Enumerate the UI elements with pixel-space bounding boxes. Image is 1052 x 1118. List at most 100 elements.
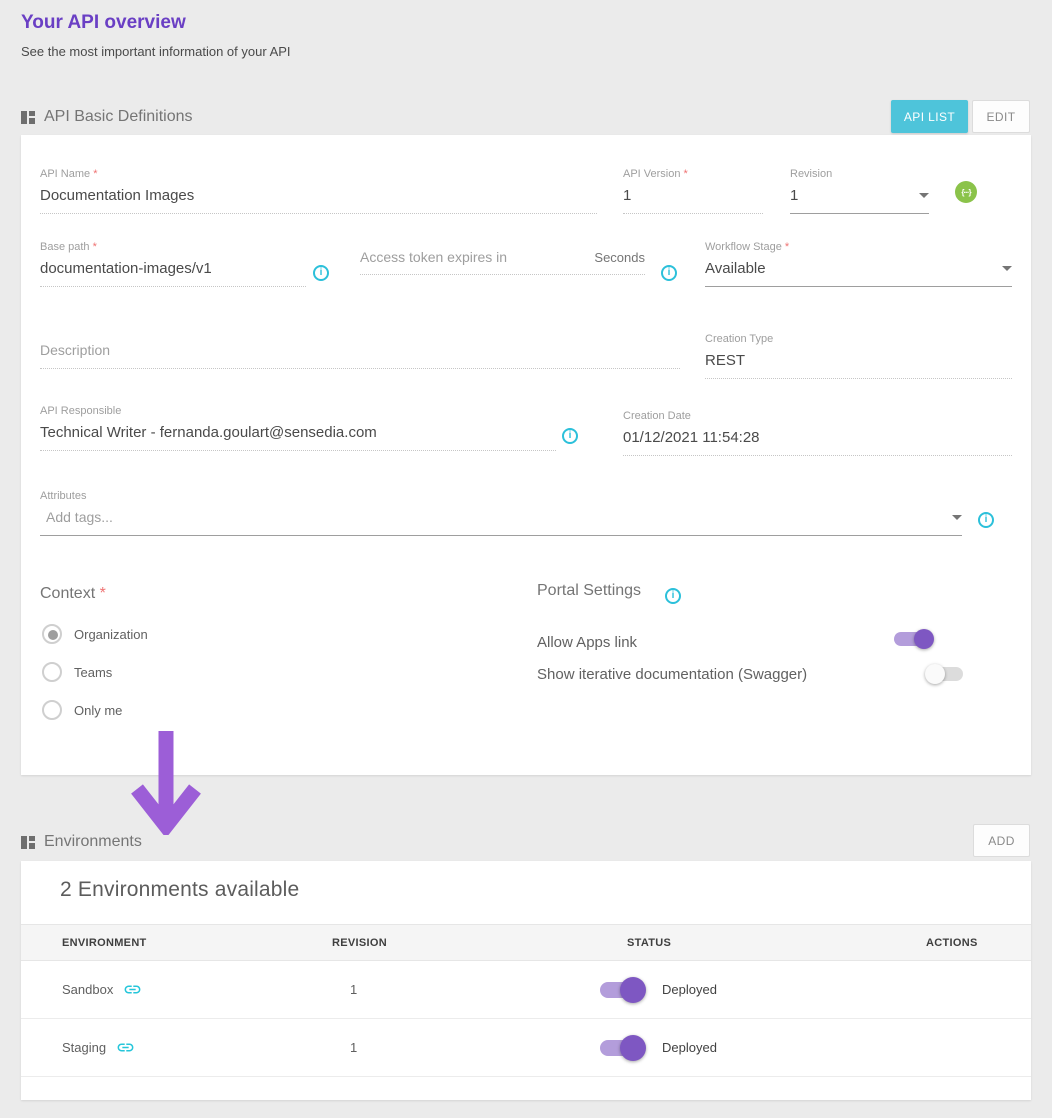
portal-settings-title: Portal Settings <box>537 582 681 604</box>
page-subtitle: See the most important information of yo… <box>21 44 291 59</box>
description-input[interactable]: Description <box>40 342 680 369</box>
grid-icon <box>21 111 35 124</box>
context-title: Context * <box>40 585 106 603</box>
toggle-knob <box>620 1035 646 1061</box>
toggle-knob <box>925 664 945 684</box>
table-row: Sandbox 1 Deployed <box>21 961 1031 1019</box>
base-path-input[interactable]: documentation-images/v1 <box>40 260 306 287</box>
revision-field: Revision 1 <box>790 168 929 214</box>
link-icon[interactable] <box>123 980 142 999</box>
api-responsible-input[interactable]: Technical Writer - fernanda.goulart@sens… <box>40 424 556 451</box>
api-version-field: API Version * 1 <box>623 168 763 214</box>
api-responsible-field: API Responsible Technical Writer - ferna… <box>40 405 556 451</box>
chevron-down-icon <box>919 193 929 198</box>
required-asterisk: * <box>93 168 97 180</box>
allow-apps-link-label: Allow Apps link <box>537 634 637 651</box>
add-environment-button[interactable]: ADD <box>973 824 1030 857</box>
access-token-field: Access token expires in Seconds <box>360 249 645 275</box>
table-row: Staging 1 Deployed <box>21 1019 1031 1077</box>
radio-label: Organization <box>74 627 148 642</box>
environments-card: 2 Environments available ENVIRONMENT REV… <box>21 861 1031 1100</box>
api-list-button[interactable]: API LIST <box>891 100 968 133</box>
column-header-environment: ENVIRONMENT <box>62 937 332 949</box>
attributes-field: Attributes Add tags... <box>40 490 962 536</box>
chevron-down-icon <box>952 515 962 520</box>
workflow-stage-value: Available <box>705 260 766 277</box>
basic-definitions-section-header: API Basic Definitions <box>21 108 193 126</box>
environments-summary: 2 Environments available <box>60 878 299 902</box>
status-label: Deployed <box>662 1040 717 1055</box>
environment-name: Sandbox <box>62 982 113 997</box>
context-option-organization[interactable]: Organization <box>42 624 148 644</box>
link-icon[interactable] <box>116 1038 135 1057</box>
revision-value: 1 <box>790 187 798 204</box>
attributes-tags-input[interactable]: Add tags... <box>40 509 962 536</box>
allow-apps-link-toggle[interactable] <box>894 632 930 646</box>
access-token-placeholder: Access token expires in <box>360 249 507 265</box>
radio-button[interactable] <box>42 662 62 682</box>
toggle-knob <box>914 629 934 649</box>
basic-definitions-card: API Name * Documentation Images API Vers… <box>21 135 1031 775</box>
context-option-only-me[interactable]: Only me <box>42 700 122 720</box>
api-name-input[interactable]: Documentation Images <box>40 187 597 214</box>
column-header-actions: ACTIONS <box>926 937 1031 949</box>
section-title: API Basic Definitions <box>44 108 193 126</box>
environment-revision: 1 <box>332 982 600 997</box>
creation-type-value: REST <box>705 352 1012 379</box>
radio-button[interactable] <box>42 624 62 644</box>
api-version-label: API Version <box>623 168 680 180</box>
attributes-label: Attributes <box>40 490 962 502</box>
environments-table-header: ENVIRONMENT REVISION STATUS ACTIONS <box>21 924 1031 961</box>
down-arrow-annotation-icon <box>130 731 204 835</box>
seconds-unit-label: Seconds <box>594 250 645 265</box>
deploy-toggle[interactable] <box>600 982 640 998</box>
workflow-stage-select[interactable]: Available <box>705 260 1012 287</box>
api-name-field: API Name * Documentation Images <box>40 168 597 214</box>
creation-type-label: Creation Type <box>705 333 1012 345</box>
workflow-stage-label: Workflow Stage <box>705 241 782 253</box>
chevron-down-icon <box>1002 266 1012 271</box>
base-path-field: Base path * documentation-images/v1 <box>40 241 306 287</box>
deploy-toggle[interactable] <box>600 1040 640 1056</box>
api-responsible-info-icon[interactable] <box>562 428 578 444</box>
workflow-stage-field: Workflow Stage * Available <box>705 241 1012 287</box>
description-field: Description <box>40 342 680 369</box>
attributes-info-icon[interactable] <box>978 512 994 528</box>
page-title: Your API overview <box>21 12 186 34</box>
api-name-label: API Name <box>40 168 90 180</box>
environment-name: Staging <box>62 1040 106 1055</box>
status-label: Deployed <box>662 982 717 997</box>
environments-section-header: Environments <box>21 833 142 851</box>
edit-button[interactable]: EDIT <box>972 100 1030 133</box>
required-asterisk: * <box>684 168 688 180</box>
section-title: Environments <box>44 833 142 851</box>
required-asterisk: * <box>785 241 789 253</box>
swagger-docs-label: Show iterative documentation (Swagger) <box>537 666 807 683</box>
api-contract-icon[interactable] <box>955 181 977 203</box>
api-responsible-label: API Responsible <box>40 405 556 417</box>
radio-button[interactable] <box>42 700 62 720</box>
required-asterisk: * <box>93 241 97 253</box>
portal-settings-info-icon[interactable] <box>665 588 681 604</box>
radio-label: Only me <box>74 703 122 718</box>
revision-label: Revision <box>790 168 929 180</box>
column-header-revision: REVISION <box>332 937 600 949</box>
toggle-knob <box>620 977 646 1003</box>
creation-date-value: 01/12/2021 11:54:28 <box>623 429 1012 456</box>
api-version-input[interactable]: 1 <box>623 187 763 214</box>
creation-date-label: Creation Date <box>623 410 1012 422</box>
revision-select[interactable]: 1 <box>790 187 929 214</box>
swagger-docs-toggle[interactable] <box>927 667 963 681</box>
base-path-info-icon[interactable] <box>313 265 329 281</box>
access-token-input[interactable]: Access token expires in Seconds <box>360 249 645 275</box>
environment-revision: 1 <box>332 1040 600 1055</box>
radio-label: Teams <box>74 665 112 680</box>
creation-type-field: Creation Type REST <box>705 333 1012 379</box>
column-header-status: STATUS <box>600 937 926 949</box>
add-tags-placeholder: Add tags... <box>46 509 113 525</box>
grid-icon <box>21 836 35 849</box>
context-option-teams[interactable]: Teams <box>42 662 112 682</box>
required-asterisk: * <box>100 585 106 602</box>
creation-date-field: Creation Date 01/12/2021 11:54:28 <box>623 410 1012 456</box>
access-token-info-icon[interactable] <box>661 265 677 281</box>
